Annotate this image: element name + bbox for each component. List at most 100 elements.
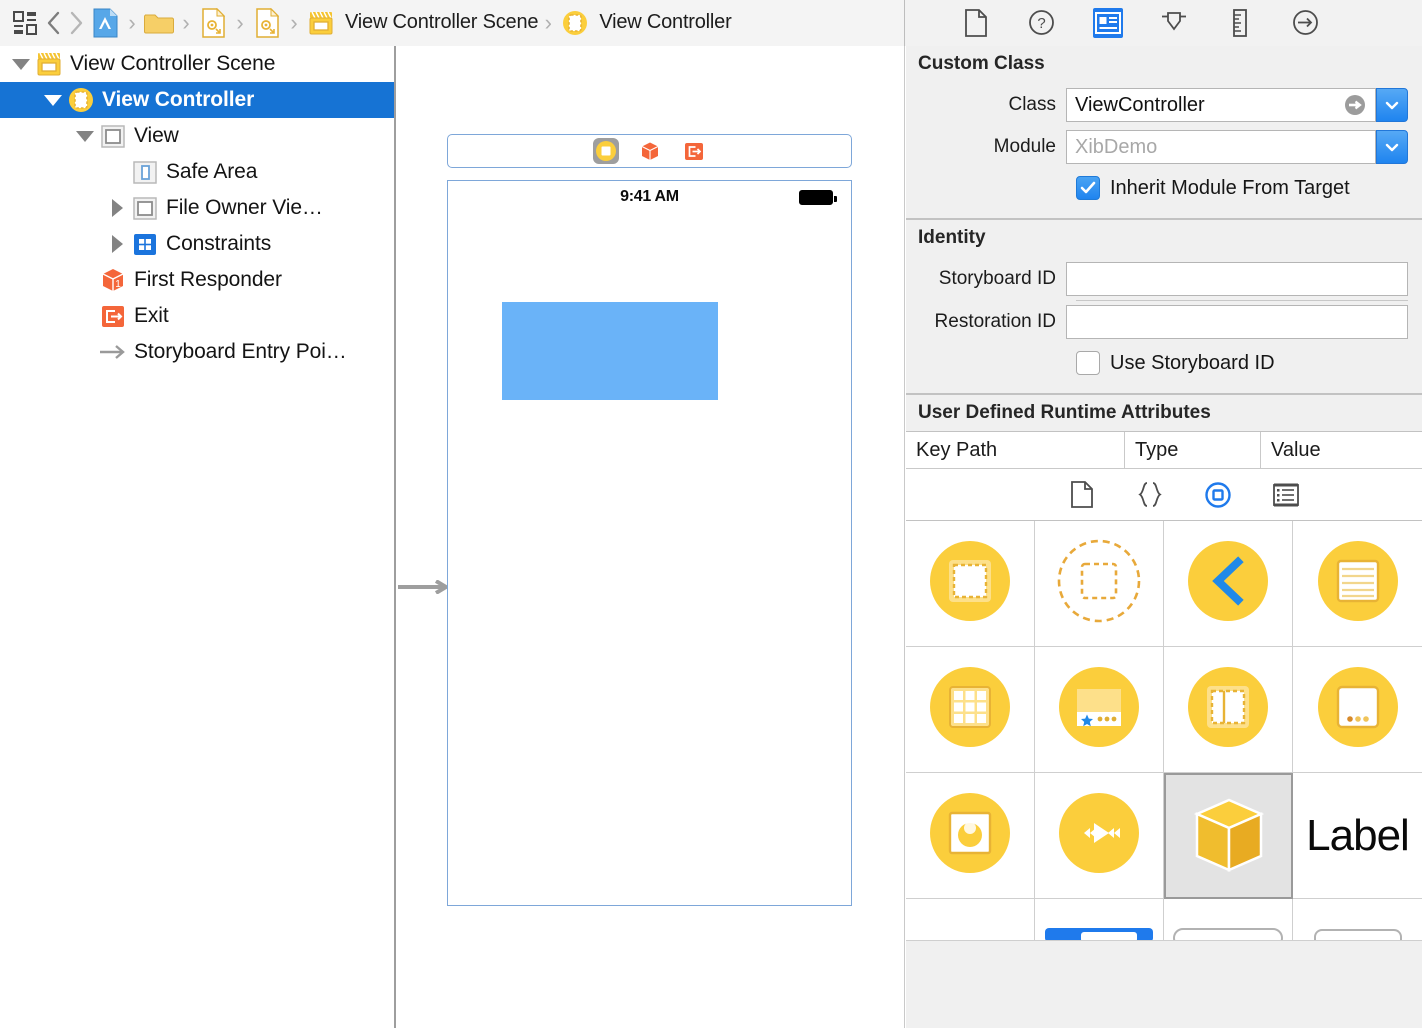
inherit-module-row[interactable]: Inherit Module From Target bbox=[906, 168, 1408, 208]
safe-area-icon bbox=[130, 158, 160, 186]
entry-point-arrow-icon bbox=[98, 340, 128, 364]
outline-row-label: View bbox=[134, 124, 179, 147]
library-cell-split-view-controller[interactable] bbox=[1164, 647, 1293, 773]
column-header-type[interactable]: Type bbox=[1124, 432, 1260, 468]
button-icon bbox=[1045, 928, 1153, 940]
identity-card-icon[interactable] bbox=[1092, 7, 1123, 38]
storyboard-file-icon bbox=[196, 6, 230, 40]
device-preview[interactable]: 9:41 AM bbox=[447, 180, 852, 906]
disclosure-triangle[interactable] bbox=[104, 235, 130, 253]
library-cell-partial-3[interactable] bbox=[1164, 899, 1293, 941]
library-cell-image-view[interactable] bbox=[906, 773, 1035, 899]
class-input-value: ViewController bbox=[1075, 93, 1205, 116]
module-input[interactable]: XibDemo bbox=[1066, 130, 1376, 164]
outline-row-first-responder[interactable]: 1 First Responder bbox=[0, 262, 394, 298]
library-cell-collection-view[interactable] bbox=[906, 647, 1035, 773]
ruler-icon[interactable] bbox=[1225, 8, 1255, 38]
document-icon[interactable] bbox=[961, 8, 991, 38]
forward-button[interactable] bbox=[66, 8, 86, 38]
module-dropdown-button[interactable] bbox=[1376, 130, 1408, 164]
outline-row-exit[interactable]: Exit bbox=[0, 298, 394, 334]
storyboard-id-input[interactable] bbox=[1066, 262, 1408, 296]
page-view-controller-icon bbox=[1315, 664, 1401, 755]
disclosure-triangle[interactable] bbox=[8, 58, 34, 70]
first-responder-dock-icon[interactable] bbox=[637, 138, 663, 164]
restoration-id-row: Restoration ID bbox=[906, 301, 1408, 343]
library-cell-label[interactable]: Label bbox=[1293, 773, 1422, 899]
custom-class-section-body: Class ViewController Module XibDemo Inhe… bbox=[906, 82, 1422, 218]
status-bar: 9:41 AM bbox=[448, 181, 851, 213]
document-outline[interactable]: View Controller Scene View Controller Vi… bbox=[0, 46, 396, 1028]
interface-builder-canvas[interactable]: 9:41 AM bbox=[398, 46, 905, 1028]
disclosure-triangle[interactable] bbox=[72, 130, 98, 142]
inherit-module-label: Inherit Module From Target bbox=[1110, 176, 1350, 199]
inherit-module-checkbox[interactable] bbox=[1076, 176, 1100, 200]
disclosure-triangle[interactable] bbox=[40, 94, 66, 106]
xcode-project-icon bbox=[88, 6, 122, 40]
class-row: Class ViewController bbox=[906, 84, 1408, 126]
target-circle-icon[interactable] bbox=[1203, 480, 1233, 510]
library-cell-av-player[interactable] bbox=[1035, 773, 1164, 899]
breadcrumb-folder[interactable] bbox=[142, 6, 176, 40]
breadcrumb-project[interactable] bbox=[88, 6, 122, 40]
view-controller-icon bbox=[558, 6, 592, 40]
question-circle-icon[interactable]: ? bbox=[1027, 8, 1057, 38]
grid-view-icon[interactable] bbox=[8, 6, 42, 40]
view-controller-dock-icon[interactable] bbox=[592, 138, 619, 164]
restoration-id-input[interactable] bbox=[1066, 305, 1408, 339]
breadcrumb-storyboard-file-2[interactable] bbox=[250, 6, 284, 40]
use-storyboard-id-checkbox[interactable] bbox=[1076, 351, 1100, 375]
class-dropdown-button[interactable] bbox=[1376, 88, 1408, 122]
breadcrumb-scene[interactable]: View Controller Scene bbox=[304, 6, 539, 40]
library-cell-page-view-controller[interactable] bbox=[1293, 647, 1422, 773]
jump-to-definition-icon[interactable] bbox=[1343, 93, 1367, 117]
view-controller-icon bbox=[66, 86, 96, 114]
outline-row-safe-area[interactable]: Safe Area bbox=[0, 154, 394, 190]
blue-view[interactable] bbox=[502, 302, 718, 400]
outline-row-view[interactable]: View bbox=[0, 118, 394, 154]
filmstrip-icon[interactable] bbox=[1271, 480, 1301, 510]
braces-icon[interactable] bbox=[1135, 480, 1165, 510]
class-input[interactable]: ViewController bbox=[1066, 88, 1376, 122]
library-cell-table-view[interactable] bbox=[1293, 521, 1422, 647]
scene-icon bbox=[304, 6, 338, 40]
outline-row-file-owner-view[interactable]: File Owner Vie… bbox=[0, 190, 394, 226]
library-cell-partial-2[interactable] bbox=[1035, 899, 1164, 941]
exit-dock-icon[interactable] bbox=[681, 138, 707, 164]
storyboard-file-icon bbox=[250, 6, 284, 40]
use-storyboard-id-row[interactable]: Use Storyboard ID bbox=[906, 343, 1408, 383]
identity-inspector-panel[interactable]: Custom Class Class ViewController Module… bbox=[906, 46, 1422, 1028]
tab-bar-controller-icon bbox=[1056, 664, 1142, 755]
runtime-attributes-section-title: User Defined Runtime Attributes bbox=[918, 402, 1211, 423]
object-cube-icon bbox=[1181, 786, 1277, 887]
jump-bar: › › › › View Controller Scene › View Con… bbox=[0, 0, 905, 46]
view-square-icon bbox=[98, 122, 128, 150]
disclosure-triangle[interactable] bbox=[104, 199, 130, 217]
column-header-key-path[interactable]: Key Path bbox=[906, 432, 1124, 468]
exit-icon bbox=[98, 302, 128, 330]
outline-row-view-controller-scene[interactable]: View Controller Scene bbox=[0, 46, 394, 82]
breadcrumb-view-controller[interactable]: View Controller bbox=[558, 6, 732, 40]
library-cell-partial-1[interactable] bbox=[906, 899, 1035, 941]
scene-dock[interactable] bbox=[447, 134, 852, 168]
outline-row-storyboard-entry-point[interactable]: Storyboard Entry Poi… bbox=[0, 334, 394, 370]
module-input-placeholder: XibDemo bbox=[1075, 135, 1158, 158]
slider-shield-icon[interactable] bbox=[1159, 8, 1189, 38]
document-icon[interactable] bbox=[1067, 480, 1097, 510]
back-button[interactable] bbox=[44, 8, 64, 38]
outline-row-view-controller[interactable]: View Controller bbox=[0, 82, 394, 118]
library-cell-container-view[interactable] bbox=[1035, 521, 1164, 647]
view-object-icon bbox=[927, 538, 1013, 629]
library-cell-object[interactable] bbox=[1164, 773, 1293, 899]
library-cell-tab-bar-controller[interactable] bbox=[1035, 647, 1164, 773]
library-cell-partial-4[interactable] bbox=[1293, 899, 1422, 941]
library-cell-view[interactable] bbox=[906, 521, 1035, 647]
breadcrumb-storyboard-file-1[interactable] bbox=[196, 6, 230, 40]
object-library-grid[interactable]: Label bbox=[906, 521, 1422, 941]
outline-row-constraints[interactable]: Constraints bbox=[0, 226, 394, 262]
column-header-value[interactable]: Value bbox=[1260, 432, 1422, 468]
custom-class-section-title: Custom Class bbox=[918, 53, 1045, 74]
arrow-circle-icon[interactable] bbox=[1291, 8, 1321, 38]
outline-row-label: Exit bbox=[134, 304, 169, 327]
library-cell-navigation-controller[interactable] bbox=[1164, 521, 1293, 647]
